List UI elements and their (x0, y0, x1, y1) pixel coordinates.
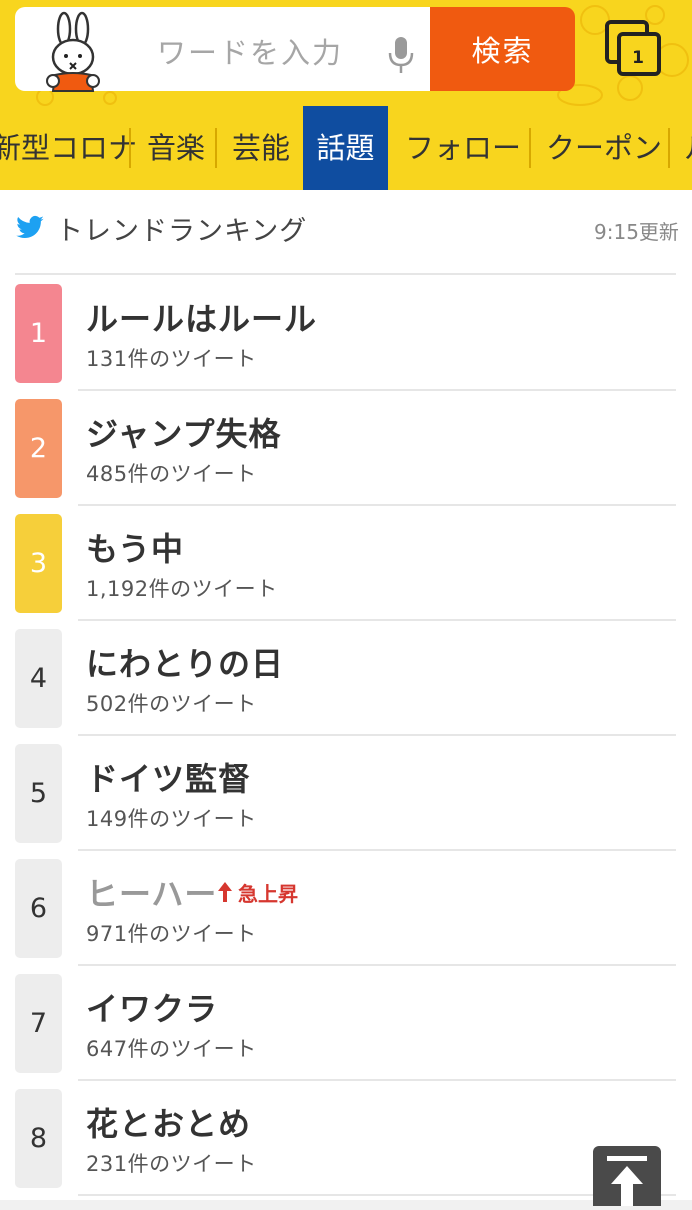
search-field-container[interactable]: ワードを入力 (15, 7, 430, 93)
tweet-count: 1,192件のツイート (86, 577, 278, 601)
trend-item-title[interactable]: イワクラ (86, 984, 218, 1030)
row-divider (78, 1194, 676, 1196)
nav-separator (668, 128, 670, 168)
tweet-count: 231件のツイート (86, 1152, 257, 1176)
nav-item-entertainment[interactable]: 芸能 (232, 106, 290, 190)
tweet-count: 647件のツイート (86, 1037, 257, 1061)
tab-count-badge: 1 (632, 48, 644, 68)
tweet-count: 485件のツイート (86, 462, 257, 486)
trend-item-title[interactable]: ヒーハー (86, 869, 217, 915)
tweet-count: 131件のツイート (86, 347, 257, 371)
row-divider (78, 849, 676, 851)
twitter-bird-icon (16, 215, 44, 239)
nav-separator (129, 128, 131, 168)
rank-badge: 1 (15, 284, 62, 383)
rank-badge: 7 (15, 974, 62, 1073)
rising-arrow-icon (218, 882, 232, 902)
category-nav: 新型コロナ 音楽 芸能 話題 フォロー クーポン ル (0, 106, 692, 194)
rising-badge: 急上昇 (238, 882, 298, 906)
rank-badge: 6 (15, 859, 62, 958)
nav-item-more[interactable]: ル (684, 106, 692, 190)
scroll-to-top-icon (607, 1156, 647, 1206)
row-divider (78, 734, 676, 736)
row-divider (78, 504, 676, 506)
miffy-logo[interactable] (37, 11, 115, 93)
trend-item-title[interactable]: ドイツ監督 (86, 754, 251, 800)
trend-item-title[interactable]: 花とおとめ (86, 1099, 251, 1145)
rank-badge: 4 (15, 629, 62, 728)
search-button[interactable]: 検索 (430, 7, 575, 91)
trend-item-title[interactable]: ルールはルール (86, 294, 317, 340)
microphone-icon[interactable] (387, 35, 415, 75)
trend-ranking-heading: トレンドランキング (56, 216, 308, 247)
trend-item-title[interactable]: ジャンプ失格 (86, 409, 281, 455)
trend-item-title[interactable]: にわとりの日 (86, 639, 284, 685)
rank-badge: 8 (15, 1089, 62, 1188)
updated-time: 9:15更新 (594, 220, 679, 244)
divider (15, 273, 676, 275)
nav-item-follow[interactable]: フォロー (405, 106, 521, 190)
nav-item-music[interactable]: 音楽 (147, 106, 205, 190)
app-header: ワードを入力 検索 1 (0, 0, 692, 106)
row-divider (78, 619, 676, 621)
tweet-count: 502件のツイート (86, 692, 257, 716)
rank-badge: 2 (15, 399, 62, 498)
row-divider (78, 1079, 676, 1081)
nav-item-topics[interactable]: 話題 (303, 106, 388, 190)
nav-separator (529, 128, 531, 168)
nav-separator (215, 128, 217, 168)
tweet-count: 971件のツイート (86, 922, 257, 946)
row-divider (78, 389, 676, 391)
trend-item-title[interactable]: もう中 (86, 524, 184, 570)
rank-badge: 5 (15, 744, 62, 843)
nav-item-coupon[interactable]: クーポン (546, 106, 662, 190)
tweet-count: 149件のツイート (86, 807, 257, 831)
row-divider (78, 964, 676, 966)
scroll-to-top-button[interactable] (593, 1146, 661, 1206)
search-input[interactable]: ワードを入力 (157, 36, 343, 70)
nav-item-corona[interactable]: 新型コロナ (0, 106, 137, 190)
rank-badge: 3 (15, 514, 62, 613)
